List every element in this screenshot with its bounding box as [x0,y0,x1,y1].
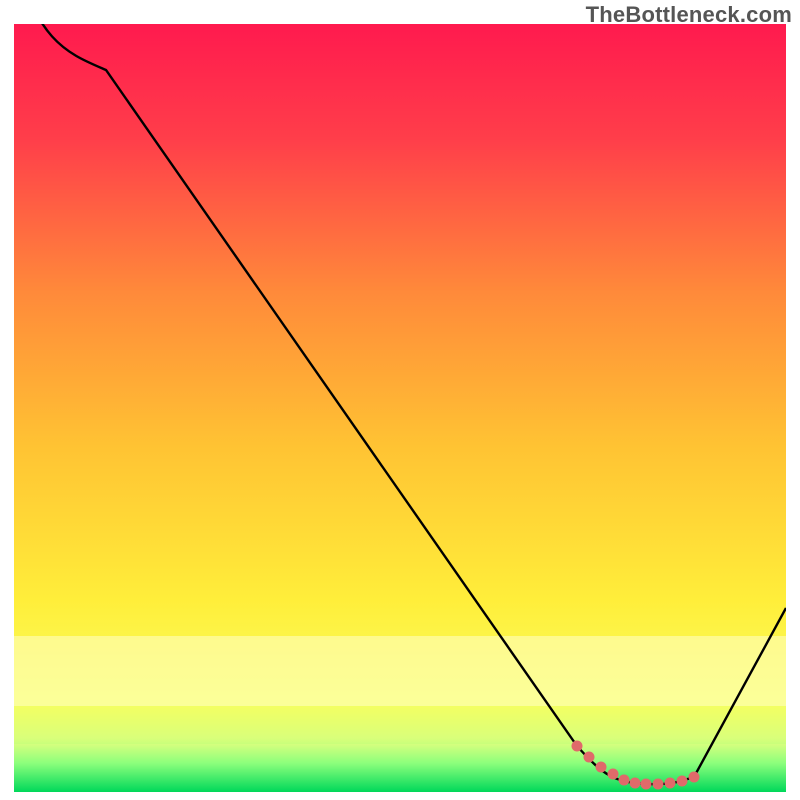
optimal-range-markers [572,741,700,790]
plot-area [14,24,786,792]
chart-lines [14,24,786,792]
chart-container: TheBottleneck.com [0,0,800,800]
attribution-label: TheBottleneck.com [586,2,792,28]
bottleneck-curve [14,24,786,784]
